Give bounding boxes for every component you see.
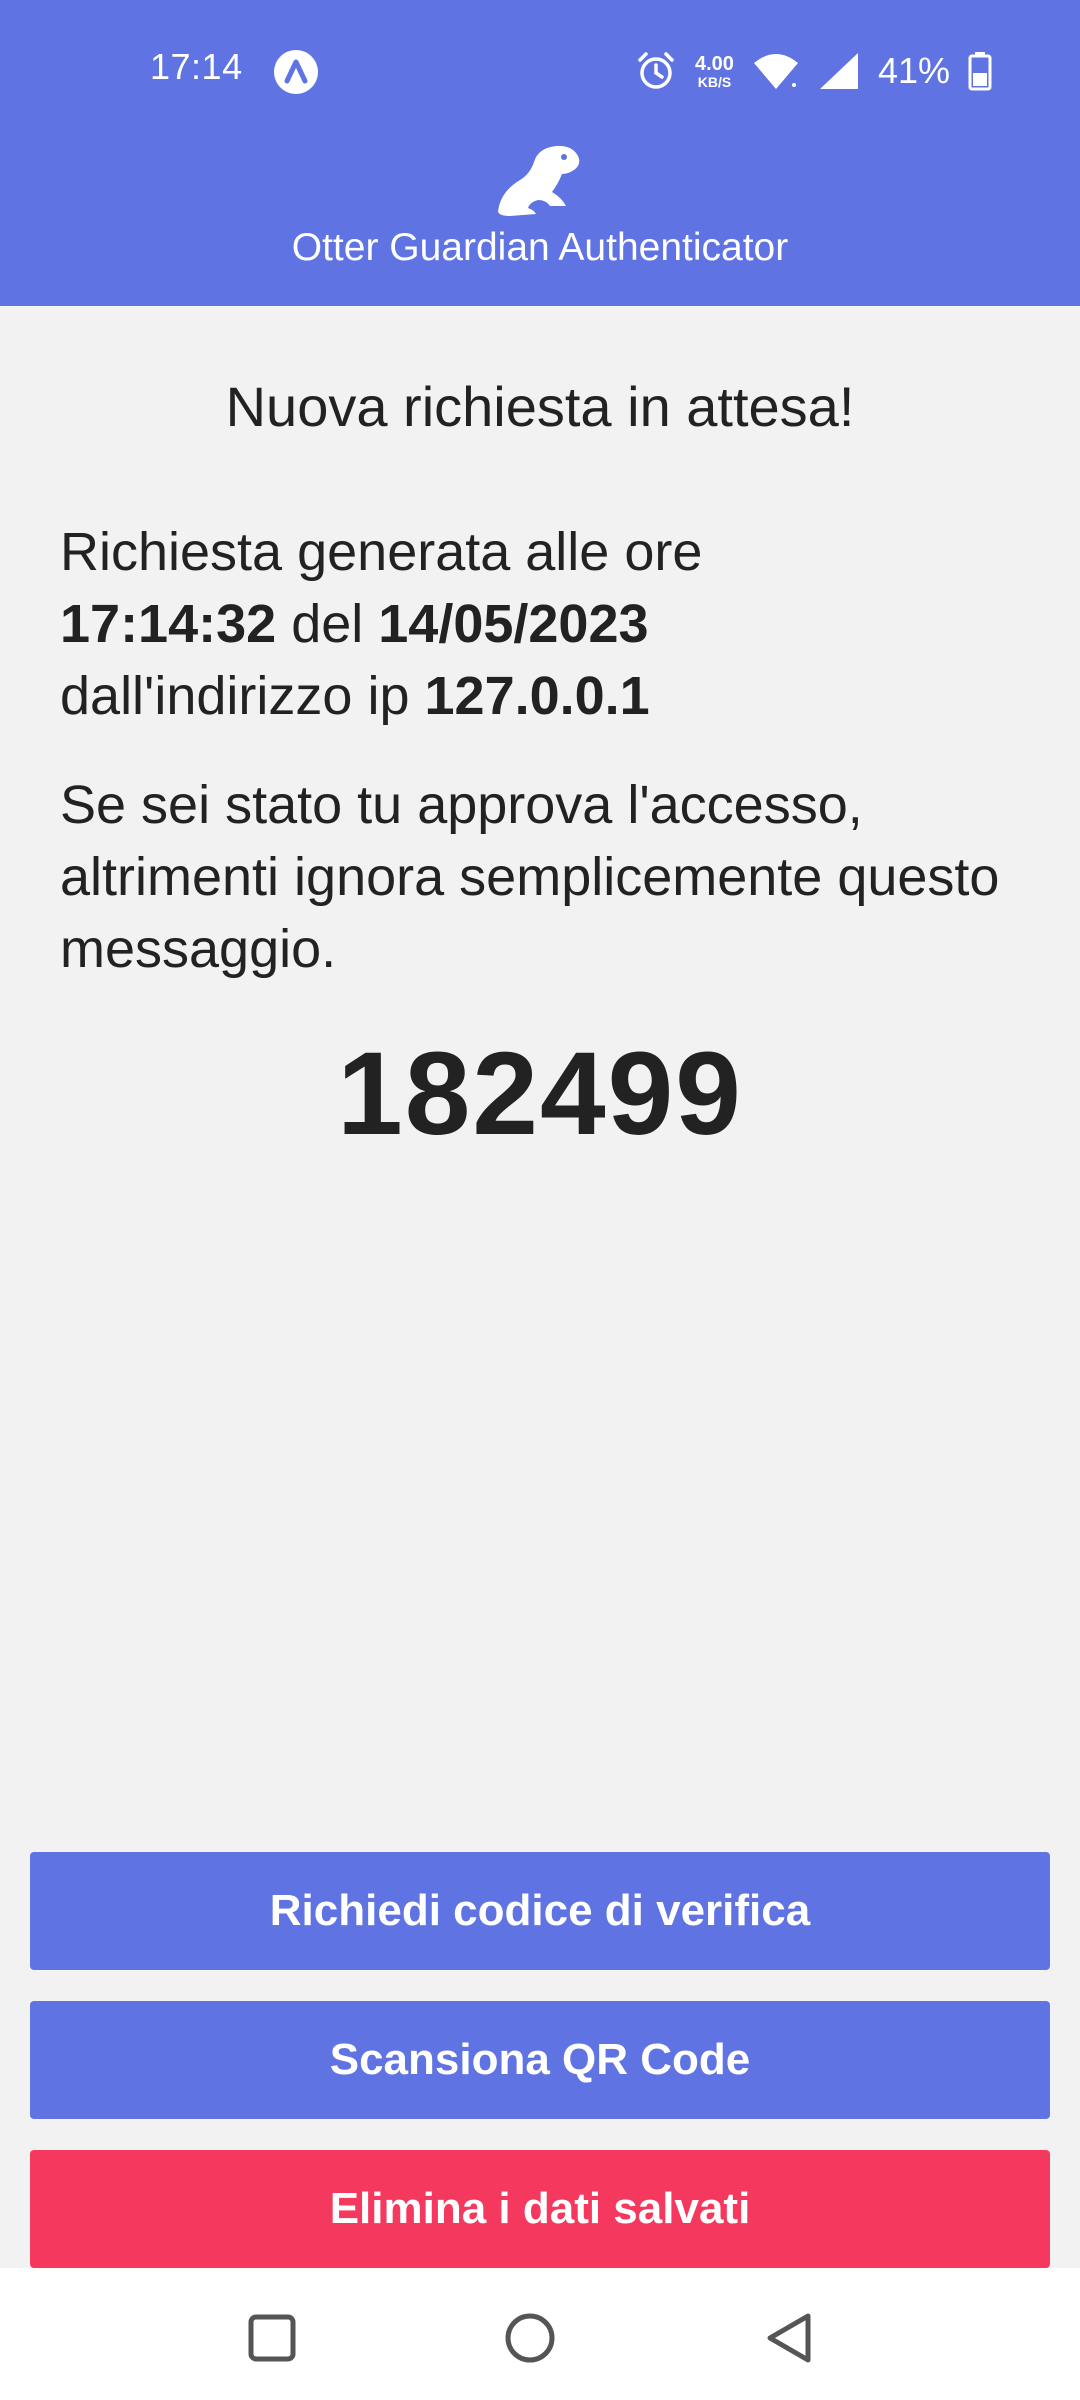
signal-icon [819,53,858,89]
verification-code: 182499 [337,1028,743,1160]
scan-qr-code-button[interactable]: Scansiona QR Code [30,2001,1050,2119]
home-button[interactable] [500,2308,560,2368]
back-icon [767,2313,811,2363]
net-speed-unit: KB/S [697,73,732,90]
net-speed: 4.00 KB/S [695,54,734,89]
app-title: Otter Guardian Authenticator [291,226,789,269]
request-del-text: del [291,594,364,654]
request-time: 17:14:32 [60,594,277,654]
request-instructions: Se sei stato tu approva l'accesso, altri… [60,775,1000,979]
request-details: Richiesta generata alle ore 17:14:32 del… [60,516,1020,732]
net-speed-value: 4.00 [695,52,734,75]
delete-saved-data-button[interactable]: Elimina i dati salvati [30,2150,1050,2268]
status-bar: 17:14 4.00 KB/S 41% [0,0,1080,140]
request-verification-code-button[interactable]: Richiedi codice di verifica [30,1852,1050,1970]
vpn-icon [274,50,318,94]
request-line1: Richiesta generata alle ore [60,522,703,582]
back-button[interactable] [760,2308,820,2368]
alarm-icon [638,52,674,89]
battery-icon [968,52,992,91]
request-ip-prefix: dall'indirizzo ip [60,666,410,726]
wifi-icon [753,54,798,89]
request-title: Nuova richiesta in attesa! [225,375,855,438]
home-icon [505,2313,555,2363]
request-date: 14/05/2023 [378,594,649,654]
request-ip: 127.0.0.1 [424,666,650,726]
status-icons: 4.00 KB/S 41% [635,46,992,96]
battery-percent: 41% [877,50,950,91]
otter-icon [498,145,580,216]
system-navbar [0,2268,1080,2400]
status-time: 17:14 [150,46,243,87]
recent-apps-button[interactable] [242,2308,302,2368]
app-header: 17:14 4.00 KB/S 41% Otter Guardian Authe… [0,0,1080,306]
recent-apps-icon [248,2314,296,2362]
